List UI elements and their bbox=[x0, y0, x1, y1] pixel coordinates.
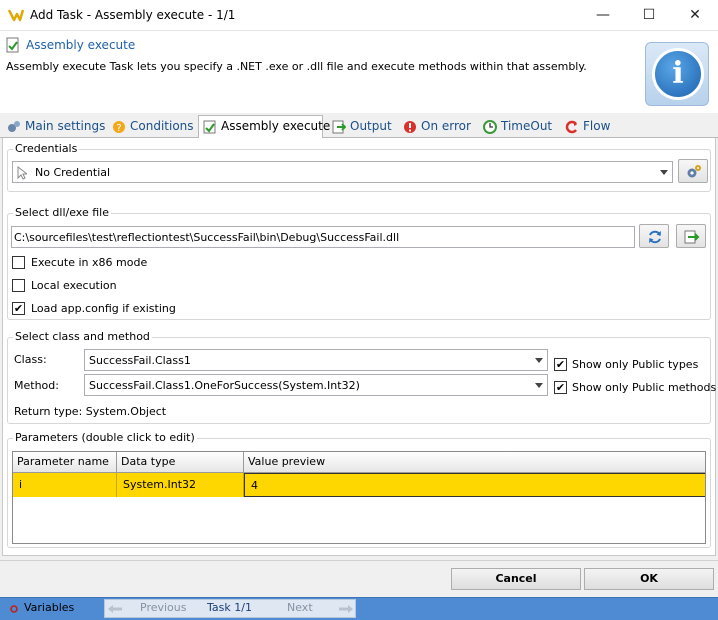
refresh-button[interactable] bbox=[639, 224, 669, 248]
chevron-down-icon bbox=[535, 383, 543, 388]
load-appconfig-checkbox[interactable]: ✔ bbox=[12, 302, 25, 315]
method-label: Method: bbox=[14, 379, 59, 392]
timeout-icon bbox=[483, 120, 497, 134]
chevron-down-icon bbox=[660, 170, 668, 175]
error-icon bbox=[404, 121, 416, 133]
ok-button[interactable]: OK bbox=[584, 568, 714, 590]
arrow-right-icon bbox=[339, 605, 353, 613]
checkmark: ✔ bbox=[555, 358, 566, 371]
class-value: SuccessFail.Class1 bbox=[89, 354, 191, 367]
public-types-label: Show only Public types bbox=[572, 358, 699, 371]
conditions-icon: ? bbox=[113, 121, 125, 134]
x86-mode-checkbox[interactable] bbox=[12, 256, 25, 269]
tab-label: Main settings bbox=[25, 119, 106, 133]
group-label: Credentials bbox=[13, 142, 80, 155]
param-type-cell[interactable]: System.Int32 bbox=[117, 473, 244, 497]
app-logo-icon bbox=[8, 9, 24, 22]
gear-icon bbox=[687, 165, 701, 178]
load-appconfig-label: Load app.config if existing bbox=[31, 302, 176, 315]
task-title: Assembly execute bbox=[26, 38, 136, 52]
cancel-button[interactable]: Cancel bbox=[451, 568, 581, 590]
tab-label: Conditions bbox=[130, 119, 194, 133]
tab-label: TimeOut bbox=[501, 119, 553, 133]
minimize-button[interactable]: — bbox=[580, 0, 626, 31]
class-label: Class: bbox=[14, 353, 47, 366]
title-bar: Add Task - Assembly execute - 1/1 — ☐ ✕ bbox=[0, 0, 718, 31]
return-type-text: Return type: System.Object bbox=[14, 405, 167, 418]
cursor-icon bbox=[17, 166, 27, 180]
assembly-icon bbox=[203, 120, 216, 134]
task-counter: Task 1/1 bbox=[207, 601, 252, 614]
tab-flow[interactable]: Flow bbox=[561, 116, 610, 138]
chevron-down-icon bbox=[535, 358, 543, 363]
x86-mode-label: Execute in x86 mode bbox=[31, 256, 148, 269]
arrow-left-icon bbox=[108, 605, 122, 613]
tab-conditions[interactable]: ? Conditions bbox=[108, 116, 194, 138]
table-row[interactable]: i System.Int32 4 bbox=[13, 473, 705, 497]
next-button[interactable]: Next bbox=[287, 601, 313, 614]
group-label: Select class and method bbox=[13, 330, 152, 343]
class-select[interactable]: SuccessFail.Class1 bbox=[84, 349, 548, 371]
method-value: SuccessFail.Class1.OneForSuccess(System.… bbox=[89, 379, 360, 392]
task-description: Assembly execute Task lets you specify a… bbox=[6, 60, 587, 73]
credential-select[interactable]: No Credential bbox=[12, 161, 673, 183]
column-header[interactable]: Parameter name bbox=[13, 452, 117, 473]
column-header[interactable]: Value preview bbox=[244, 452, 705, 473]
variables-icon bbox=[10, 605, 18, 613]
tab-strip: Main settings ? Conditions Assembly exec… bbox=[0, 114, 718, 139]
refresh-icon bbox=[649, 230, 661, 244]
checkmark: ✔ bbox=[13, 302, 24, 315]
previous-button[interactable]: Previous bbox=[140, 601, 187, 614]
browse-file-button[interactable] bbox=[676, 224, 706, 248]
maximize-button[interactable]: ☐ bbox=[626, 0, 672, 31]
column-header[interactable]: Data type bbox=[117, 452, 244, 473]
param-value-cell[interactable]: 4 bbox=[244, 473, 705, 497]
open-file-icon bbox=[684, 230, 700, 244]
info-badge: i bbox=[645, 42, 709, 106]
window-title: Add Task - Assembly execute - 1/1 bbox=[30, 8, 236, 22]
task-header: Assembly execute Assembly execute Task l… bbox=[0, 31, 718, 113]
variables-button[interactable]: Variables bbox=[24, 601, 74, 614]
assembly-icon bbox=[6, 37, 19, 53]
tab-output[interactable]: Output bbox=[328, 116, 392, 138]
tab-label: Flow bbox=[583, 119, 611, 133]
gears-icon bbox=[8, 121, 20, 132]
flow-icon bbox=[565, 120, 577, 134]
tab-timeout[interactable]: TimeOut bbox=[479, 116, 552, 138]
manage-credentials-button[interactable] bbox=[678, 159, 708, 183]
tab-on-error[interactable]: On error bbox=[399, 116, 471, 138]
local-execution-checkbox[interactable] bbox=[12, 279, 25, 292]
file-path-input[interactable]: C:\sourcefiles\test\reflectiontest\Succe… bbox=[11, 226, 635, 248]
method-select[interactable]: SuccessFail.Class1.OneForSuccess(System.… bbox=[84, 374, 548, 396]
group-label: Select dll/exe file bbox=[13, 206, 111, 219]
output-icon bbox=[332, 120, 346, 134]
tab-label: Assembly execute bbox=[221, 119, 331, 133]
param-name-cell[interactable]: i bbox=[13, 473, 117, 497]
credential-value: No Credential bbox=[35, 166, 111, 179]
close-button[interactable]: ✕ bbox=[672, 0, 718, 31]
divider bbox=[0, 560, 718, 561]
tab-label: Output bbox=[350, 119, 392, 133]
checkmark: ✔ bbox=[555, 381, 566, 394]
public-methods-label: Show only Public methods bbox=[572, 381, 717, 394]
tab-label: On error bbox=[421, 119, 471, 133]
public-methods-checkbox[interactable]: ✔ bbox=[554, 381, 567, 394]
svg-text:?: ? bbox=[116, 123, 121, 134]
local-execution-label: Local execution bbox=[31, 279, 117, 292]
file-path-value: C:\sourcefiles\test\reflectiontest\Succe… bbox=[14, 231, 400, 244]
group-label: Parameters (double click to edit) bbox=[13, 431, 197, 444]
parameters-grid[interactable]: Parameter name Data type Value preview i… bbox=[12, 451, 706, 544]
tab-main-settings[interactable]: Main settings bbox=[3, 116, 105, 138]
tab-assembly-execute[interactable]: Assembly execute bbox=[198, 115, 330, 139]
public-types-checkbox[interactable]: ✔ bbox=[554, 358, 567, 371]
info-icon: i bbox=[652, 48, 704, 100]
